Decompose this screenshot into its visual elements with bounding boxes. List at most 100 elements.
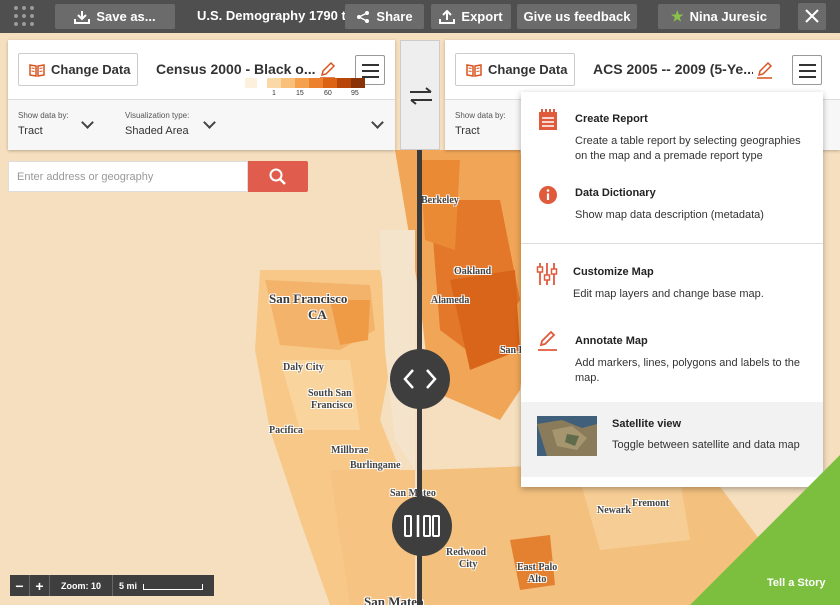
scale-label: 5 mi	[119, 580, 138, 591]
map-label-ca: CA	[308, 307, 327, 322]
share-icon	[357, 10, 370, 23]
left-change-data-label: Change Data	[51, 62, 131, 77]
right-map-title: ACS 2005 -- 2009 (5-Ye...	[593, 61, 753, 77]
annotate-map-desc: Add markers, lines, polygons and labels …	[575, 357, 801, 384]
legend-swatch-7	[351, 78, 365, 88]
search-icon	[269, 168, 286, 185]
right-panel-header: Change Data ACS 2005 -- 2009 (5-Ye...	[445, 40, 840, 100]
map-label-newark: Newark	[597, 505, 631, 516]
search-button[interactable]	[248, 161, 308, 192]
map-scale: 5 mi	[113, 575, 214, 596]
map-label-burlingame: Burlingame	[350, 460, 401, 471]
customize-map-title: Customize Map	[573, 266, 654, 278]
book-icon	[466, 63, 482, 77]
map-label-east-palo-alto-1: East Palo	[517, 562, 558, 573]
create-report-desc: Create a table report by selecting geogr…	[575, 135, 801, 162]
scale-bar	[143, 583, 204, 590]
map-label-south-san-francisco-1: South San	[308, 388, 352, 399]
feedback-button[interactable]: Give us feedback	[517, 4, 637, 29]
zoom-controls: − + Zoom: 10 5 mi	[10, 575, 214, 596]
data-dictionary-title: Data Dictionary	[575, 187, 656, 199]
share-label: Share	[376, 9, 413, 24]
legend-chevron-icon[interactable]	[371, 116, 384, 129]
left-change-data-button[interactable]: Change Data	[18, 53, 138, 86]
legend-tick-1: 15	[296, 90, 304, 97]
map-label-berkeley: Berkeley	[421, 195, 459, 206]
satellite-view-desc: Toggle between satellite and data map	[612, 439, 800, 451]
map-label-east-palo-alto-2: Alto	[528, 574, 547, 585]
swap-arrows-icon	[410, 87, 432, 105]
menu-item-annotate-map[interactable]: Annotate Map Add markers, lines, polygon…	[521, 314, 823, 400]
save-as-label: Save as...	[96, 9, 156, 24]
split-view-toggle-button[interactable]	[392, 496, 452, 556]
info-icon	[539, 186, 557, 204]
left-panel-header: Change Data Census 2000 - Black o...	[8, 40, 395, 100]
map-label-redwood-city-1: Redwood	[446, 547, 487, 558]
pencil-icon	[538, 331, 557, 351]
left-show-data-by-value[interactable]: Tract	[18, 125, 43, 137]
menu-item-create-report[interactable]: Create Report Create a table report by s…	[521, 92, 823, 170]
right-edit-title-icon[interactable]	[756, 61, 774, 79]
right-show-data-by-label: Show data by:	[455, 111, 506, 120]
address-search-input[interactable]	[8, 161, 248, 192]
map-label-millbrae: Millbrae	[331, 445, 369, 456]
right-show-data-by-value[interactable]: Tract	[455, 125, 480, 137]
left-show-data-by-chevron-icon[interactable]	[81, 116, 94, 129]
swap-maps-button[interactable]	[400, 40, 440, 150]
zoom-in-button[interactable]: +	[30, 575, 50, 596]
project-title: U.S. Demography 1790 to	[197, 8, 354, 23]
viz-type-value[interactable]: Shaded Area	[125, 125, 189, 137]
left-panel-options: Show data by: Tract Visualization type: …	[8, 100, 395, 150]
sliders-icon	[536, 263, 558, 285]
drag-compare-handle[interactable]	[390, 349, 450, 409]
viz-type-label: Visualization type:	[125, 111, 190, 120]
close-button[interactable]	[798, 3, 826, 30]
customize-map-desc: Edit map layers and change base map.	[573, 288, 764, 300]
export-button[interactable]: Export	[431, 4, 511, 29]
user-name: Nina Juresic	[689, 9, 767, 24]
apps-grid-icon[interactable]	[14, 6, 36, 28]
map-label-south-san-francisco-2: Francisco	[311, 400, 353, 411]
data-dictionary-desc: Show map data description (metadata)	[575, 209, 764, 221]
user-menu-button[interactable]: ★ Nina Juresic	[658, 4, 780, 29]
right-change-data-button[interactable]: Change Data	[455, 53, 575, 86]
legend-swatch-1	[267, 78, 281, 88]
book-icon	[29, 63, 45, 77]
satellite-thumbnail	[537, 416, 597, 456]
right-hamburger-menu-button[interactable]	[792, 55, 822, 85]
map-label-daly-city: Daly City	[283, 362, 324, 373]
zoom-out-button[interactable]: −	[10, 575, 30, 596]
export-label: Export	[461, 9, 503, 24]
legend-swatch-6	[337, 78, 351, 88]
menu-item-data-dictionary[interactable]: Data Dictionary Show map data descriptio…	[521, 170, 823, 243]
legend-tick-3: 95	[351, 90, 359, 97]
left-data-panel: Change Data Census 2000 - Black o... Sho…	[8, 40, 395, 150]
map-label-pacifica: Pacifica	[269, 425, 303, 436]
save-as-button[interactable]: Save as...	[55, 4, 175, 29]
map-options-menu: Create Report Create a table report by s…	[521, 92, 823, 487]
legend-swatch-2	[281, 78, 295, 88]
left-edit-title-icon[interactable]	[319, 61, 337, 79]
legend-swatch-4	[309, 78, 323, 88]
zoom-level: Zoom: 10	[50, 575, 113, 596]
map-label-redwood-city-2: City	[459, 559, 478, 570]
share-button[interactable]: Share	[345, 4, 424, 29]
viz-type-chevron-icon[interactable]	[203, 116, 216, 129]
export-icon	[439, 9, 456, 24]
legend-swatch-3	[295, 78, 309, 88]
legend-tick-2: 60	[324, 90, 332, 97]
tell-a-story-label[interactable]: Tell a Story	[767, 577, 825, 589]
split-view-icon	[404, 515, 440, 537]
satellite-view-title: Satellite view	[612, 418, 682, 430]
annotate-map-title: Annotate Map	[575, 335, 648, 347]
star-icon: ★	[671, 8, 684, 24]
top-bar: Save as... U.S. Demography 1790 to Share…	[0, 0, 840, 33]
menu-item-customize-map[interactable]: Customize Map Edit map layers and change…	[521, 244, 823, 314]
map-label-san-mateo-bottom: San Mateo	[364, 594, 424, 605]
chevrons-left-right-icon	[403, 369, 437, 389]
legend-tick-0: 1	[272, 90, 276, 97]
left-map-title: Census 2000 - Black o...	[156, 61, 316, 77]
create-report-title: Create Report	[575, 113, 648, 125]
legend-swatch-0	[245, 78, 257, 88]
download-icon	[74, 10, 91, 24]
